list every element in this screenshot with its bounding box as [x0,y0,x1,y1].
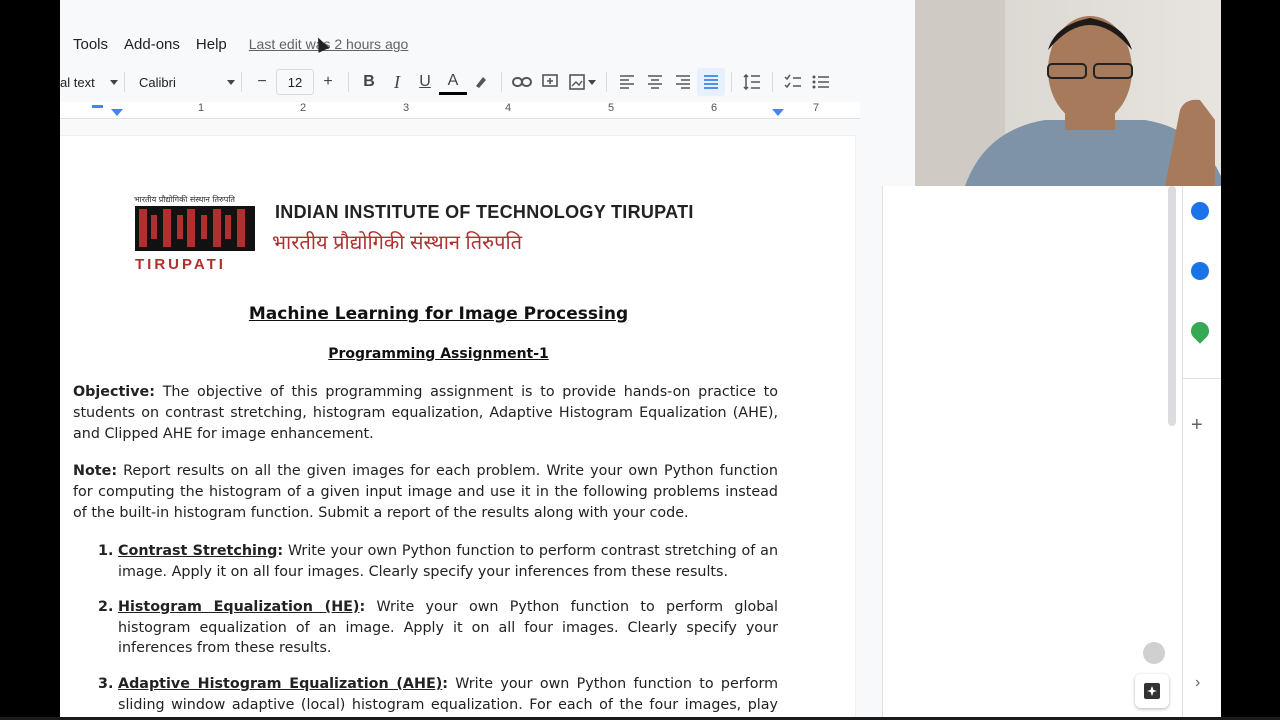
menu-tools[interactable]: Tools [73,36,108,53]
list-item-term: Contrast Stretching [118,543,278,559]
chevron-down-icon [110,79,118,85]
document-page[interactable]: भारतीय प्रौद्योगिकी संस्थान तिरुपति TIRU… [60,136,855,717]
list-item-term: Histogram Equalization (HE) [118,599,360,615]
font-select-label: Calibri [139,74,176,90]
note-paragraph: Note: Report results on all the given im… [73,461,778,524]
list-item: 2. Histogram Equalization (HE): Write yo… [98,597,778,659]
comment-icon[interactable] [536,68,564,96]
toolbar: al text Calibri − 12 + B I U A [60,66,860,98]
align-right-icon[interactable] [669,68,697,96]
list-item-number: 3. [98,676,114,692]
toolbar-divider [124,72,125,92]
align-center-icon[interactable] [641,68,669,96]
style-select[interactable]: al text [60,69,118,95]
underline-button[interactable]: U [411,68,439,96]
ruler[interactable]: 1 2 3 4 5 6 7 [60,102,860,119]
note-text: Report results on all the given images f… [73,463,778,521]
italic-button[interactable]: I [383,68,411,96]
side-panel [882,186,1183,717]
menu-bar: Tools Add-ons Help Last edit was 2 hours… [60,30,860,58]
addon-sidebar: + › [1135,186,1221,717]
line-spacing-icon[interactable] [738,68,766,96]
ruler-tick: 7 [813,102,820,114]
objective-paragraph: Objective: The objective of this program… [73,382,778,445]
maps-icon[interactable] [1187,318,1213,344]
chevron-right-icon[interactable]: › [1195,674,1200,692]
first-line-indent-marker[interactable] [92,105,103,108]
institute-name-hindi: भारतीय प्रौद्योगिकी संस्थान तिरुपति [272,232,523,254]
logo-tirupati-text: TIRUPATI [135,256,226,271]
bold-button[interactable]: B [355,68,383,96]
menu-addons[interactable]: Add-ons [124,36,180,53]
institute-name-english: INDIAN INSTITUTE OF TECHNOLOGY TIRUPATI [275,202,694,222]
logo-hindi-text: भारतीय प्रौद्योगिकी संस्थान तिरुपति [134,194,235,204]
ruler-tick: 1 [198,102,205,114]
contacts-icon[interactable] [1191,262,1209,280]
grammarly-icon[interactable] [1143,642,1165,664]
right-indent-marker[interactable] [772,109,784,116]
explore-button[interactable] [1135,674,1169,708]
ruler-tick: 5 [608,102,615,114]
font-select[interactable]: Calibri [131,69,235,95]
decrease-font-size-button[interactable]: − [248,68,276,96]
increase-font-size-button[interactable]: + [314,68,342,96]
objective-text: The objective of this programming assign… [73,384,779,442]
vertical-scrollbar[interactable] [1168,186,1176,426]
note-label: Note: [73,463,118,479]
rail-divider [1183,378,1221,379]
objective-label: Objective: [73,384,155,400]
link-icon[interactable] [508,68,536,96]
document-title: Machine Learning for Image Processing [248,304,629,324]
google-docs-window: Tools Add-ons Help Last edit was 2 hours… [60,0,1221,717]
add-addon-icon[interactable]: + [1191,414,1203,437]
bulleted-list-icon[interactable] [807,68,835,96]
text-color-button[interactable]: A [439,70,467,95]
ruler-tick: 2 [300,102,307,114]
document-subtitle: Programming Assignment-1 [328,346,549,362]
iit-tirupati-logo: भारतीय प्रौद्योगिकी संस्थान तिरुपति TIRU… [133,193,258,273]
style-select-label: al text [60,74,95,90]
insert-image-icon[interactable] [564,68,600,96]
ruler-tick: 4 [505,102,512,114]
toolbar-divider [241,72,242,92]
list-item: 3. Adaptive Histogram Equalization (AHE)… [98,674,778,717]
list-item-number: 1. [98,543,114,559]
webcam-overlay [915,0,1221,186]
menu-help[interactable]: Help [196,36,227,53]
align-left-icon[interactable] [613,68,641,96]
ruler-tick: 3 [403,102,410,114]
toolbar-divider [731,72,732,92]
toolbar-divider [501,72,502,92]
left-indent-marker[interactable] [111,109,123,116]
list-item: 1. Contrast Stretching: Write your own P… [98,541,778,582]
tasks-icon[interactable] [1191,202,1209,220]
toolbar-divider [348,72,349,92]
list-item-number: 2. [98,599,114,615]
toolbar-divider [772,72,773,92]
checklist-icon[interactable] [779,68,807,96]
toolbar-divider [606,72,607,92]
align-justify-icon[interactable] [697,68,725,96]
font-size-input[interactable]: 12 [276,69,314,95]
list-item-term: Adaptive Histogram Equalization (AHE) [118,676,443,692]
highlight-icon[interactable] [467,68,495,96]
chevron-down-icon [227,79,235,85]
last-edit-link[interactable]: Last edit was 2 hours ago [249,36,409,52]
ruler-tick: 6 [711,102,718,114]
